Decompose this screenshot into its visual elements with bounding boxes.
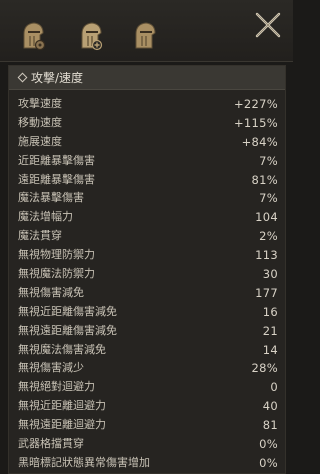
stat-row: 無視魔法防禦力 30 (9, 265, 285, 284)
stat-label: 無視魔法防禦力 (18, 267, 95, 281)
stat-value: 113 (255, 248, 278, 263)
stat-value: 104 (255, 210, 278, 225)
stat-value: 7% (259, 191, 278, 206)
stat-row: 施展速度 +84% (9, 133, 285, 152)
stat-label: 黑暗標記狀態異常傷害增加 (18, 455, 150, 469)
stat-value: 0% (259, 437, 278, 452)
stat-label: 遠距離暴擊傷害 (18, 172, 95, 186)
stat-label: 無視魔法傷害減免 (18, 342, 106, 356)
tab-equipment-basic[interactable] (132, 20, 158, 52)
stat-row: 無視絕對迴避力 0 (9, 378, 285, 397)
title-bar (0, 0, 293, 62)
stat-value: 2% (259, 229, 278, 244)
stat-label: 移動速度 (18, 115, 62, 129)
stat-row: 遠距離暴擊傷害 81% (9, 171, 285, 190)
stat-row: 無視近距離迴避力 40 (9, 397, 285, 416)
stat-row: 攻撃速度 +227% (9, 95, 285, 114)
stat-label: 無視遠距離迴避力 (18, 418, 106, 432)
stat-value: +115% (233, 115, 278, 130)
stat-label: 魔法暴擊傷害 (18, 191, 84, 205)
stat-row: 黑暗標記狀態異常傷害增加 0% (9, 454, 285, 473)
stats-panel: 攻撃/速度 攻撃速度 +227% 移動速度 +115% 施展速度 +84% 近距離暴擊傷害 7… (8, 65, 286, 474)
stat-label: 無視遠距離傷害減免 (18, 323, 117, 337)
stat-label: 武器格擋貫穿 (18, 437, 84, 451)
stat-value: 16 (262, 304, 278, 319)
stat-value: +227% (233, 97, 278, 111)
stat-value: 14 (262, 342, 278, 357)
stat-value: 81% (251, 172, 278, 187)
stat-label: 魔法貫穿 (18, 229, 62, 243)
stat-label: 施展速度 (18, 134, 62, 148)
stat-label: 無視近距離傷害減免 (18, 304, 117, 318)
stat-label: 攻撃速度 (18, 97, 62, 110)
stat-row: 無視魔法傷害減免 14 (9, 341, 285, 360)
section-header[interactable]: 攻撃/速度 (9, 66, 285, 90)
close-x-icon (255, 12, 281, 38)
stat-value: 40 (262, 399, 278, 414)
stats-list: 攻撃速度 +227% 移動速度 +115% 施展速度 +84% 近距離暴擊傷害 7% 遠距離暴擊… (9, 95, 285, 473)
section-title: 攻撃/速度 (31, 71, 84, 85)
stat-label: 無視傷害減少 (18, 361, 84, 375)
stat-row: 無視物理防禦力 113 (9, 246, 285, 265)
stat-row: 無視傷害減免 177 (9, 284, 285, 303)
stat-label: 無視傷害減免 (18, 285, 84, 299)
stat-row: 無視近距離傷害減免 16 (9, 303, 285, 322)
stat-value: 21 (262, 323, 278, 338)
stat-label: 無視近距離迴避力 (18, 399, 106, 413)
stat-value: +84% (241, 134, 278, 149)
stat-value: 177 (255, 285, 278, 300)
stat-value: 28% (251, 361, 278, 376)
stat-label: 近距離暴擊傷害 (18, 153, 95, 167)
helmet-icon (135, 22, 156, 49)
stat-row: 魔法暴擊傷害 7% (9, 189, 285, 208)
stat-row: 近距離暴擊傷害 7% (9, 152, 285, 171)
stat-row: 移動速度 +115% (9, 114, 285, 133)
helmet-plus-icon (81, 22, 103, 51)
stat-label: 魔法增幅力 (18, 210, 73, 224)
stat-row: 無視遠距離傷害減免 21 (9, 322, 285, 341)
diamond-icon (17, 72, 28, 83)
stat-label: 無視物理防禦力 (18, 248, 95, 262)
stat-value: 7% (259, 153, 278, 168)
close-button[interactable] (253, 10, 283, 40)
stat-value: 81 (262, 418, 278, 433)
stat-row: 武器格擋貫穿 0% (9, 435, 285, 454)
stat-row: 魔法貫穿 2% (9, 227, 285, 246)
stat-label: 無視絕對迴避力 (18, 380, 95, 394)
stat-value: 30 (262, 267, 278, 282)
helmet-gear-icon (23, 22, 46, 51)
stat-row: 無視傷害減少 28% (9, 359, 285, 378)
stat-row: 魔法增幅力 104 (9, 208, 285, 227)
stat-value: 0% (259, 455, 278, 470)
tab-equipment-plus[interactable] (78, 20, 104, 52)
stat-row: 無視遠距離迴避力 81 (9, 416, 285, 435)
stat-value: 0 (270, 380, 278, 395)
tab-equipment-gear[interactable] (20, 20, 46, 52)
